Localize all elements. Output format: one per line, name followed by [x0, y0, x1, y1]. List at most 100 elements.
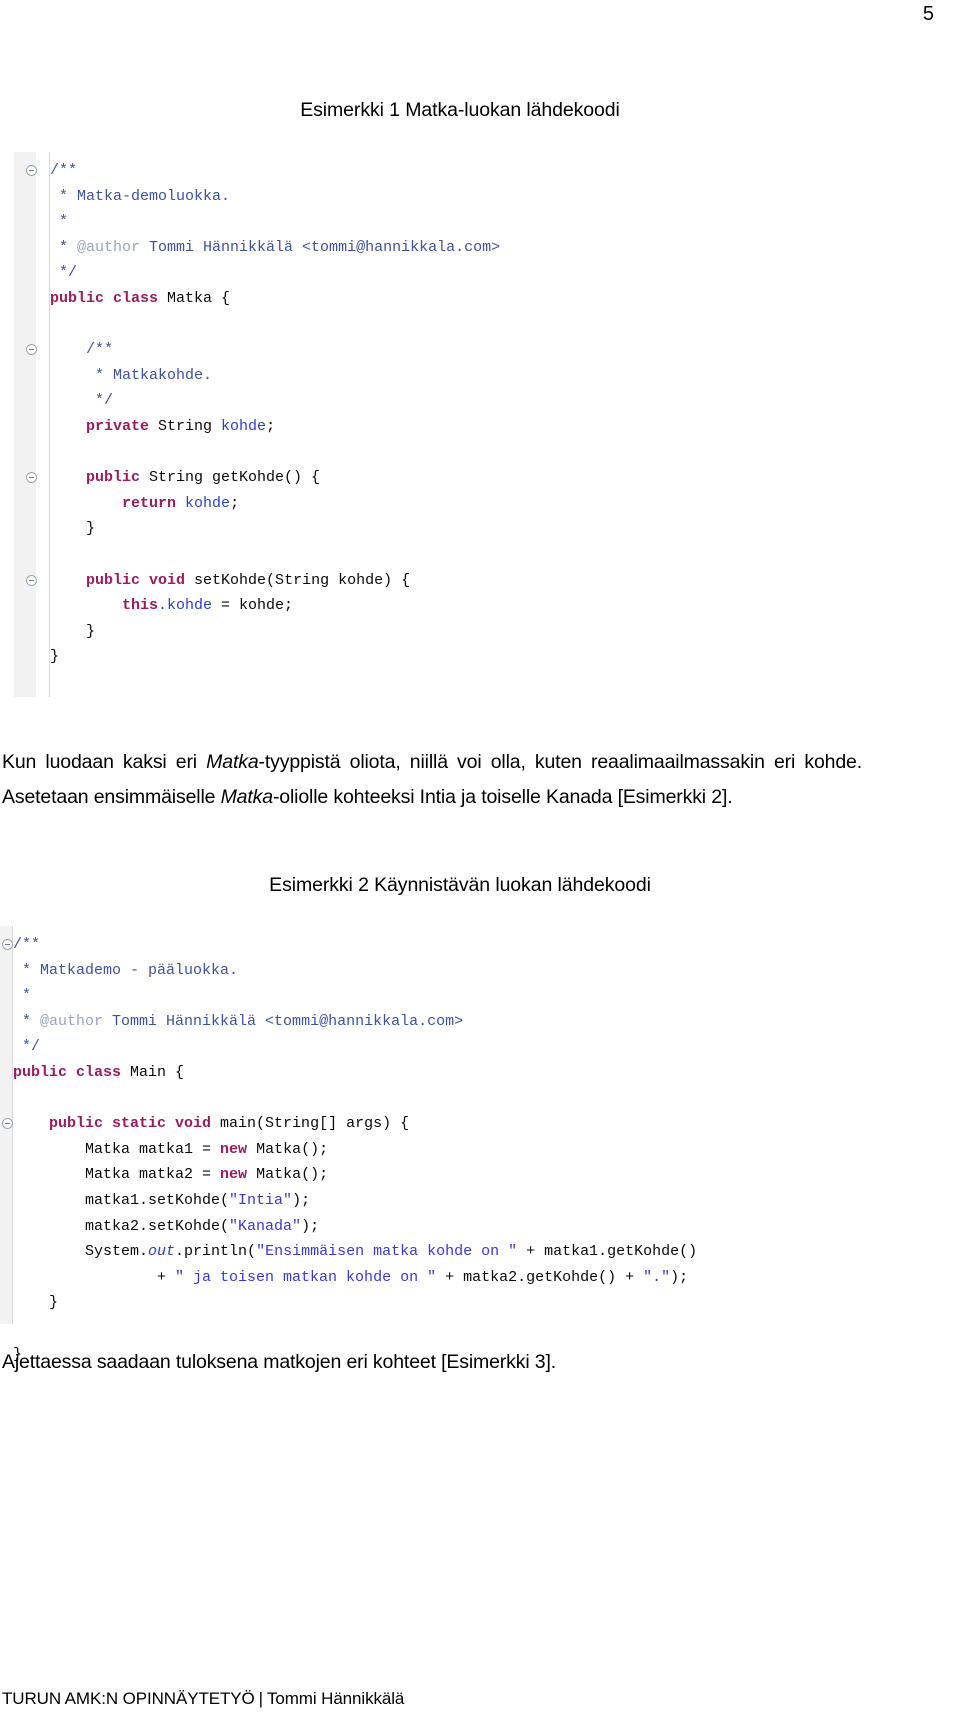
page-number: 5 — [922, 3, 934, 25]
code-token-keyword: new — [220, 1140, 248, 1158]
code-line: public static void main(String[] args) { — [2, 1111, 880, 1137]
code-line: } — [13, 1290, 880, 1316]
code-line: + " ja toisen matkan kohde on " + matka2… — [13, 1265, 880, 1291]
code-token-plain: setKohde(String kohde) { — [185, 571, 411, 589]
code-fold-minus-icon[interactable] — [26, 472, 37, 484]
code-line: * — [50, 209, 880, 235]
code-line: matka2.setKohde("Kanada"); — [13, 1214, 880, 1240]
code-token-plain: ); — [292, 1191, 311, 1209]
code-token-plain: matka2.setKohde( — [13, 1217, 230, 1235]
code-fold-minus-icon[interactable] — [26, 344, 37, 356]
footer-author: Tommi Hännikkälä — [266, 1689, 405, 1708]
code-token-field: kohde — [221, 417, 267, 435]
code-line: * Matkademo - pääluokka. — [13, 958, 880, 984]
page-footer: TURUN AMK:N OPINNÄYTETYÖ | Tommi Hännikkäl… — [2, 1688, 404, 1710]
code-token-comment: * — [50, 213, 69, 231]
code-token-plain: } — [50, 520, 96, 538]
code-token-plain: + matka1.getKohde() — [517, 1243, 698, 1261]
code-token-plain: } — [13, 1294, 59, 1312]
code-line: Matka matka1 = new Matka(); — [13, 1137, 880, 1163]
code-line: } — [50, 619, 880, 645]
code-fold-minus-icon[interactable] — [26, 165, 37, 176]
code-token-comment: */ — [13, 1038, 41, 1056]
code-token-plain: Matka matka1 = — [13, 1140, 221, 1158]
code-figure-matka-class: /** * Matka-demoluokka. * * @author Tomm… — [14, 152, 880, 697]
code-token-string: "." — [643, 1268, 671, 1286]
code-token-plain: } — [50, 622, 96, 640]
code-token-plain: .println( — [175, 1243, 257, 1261]
code-token-comment: /** — [13, 936, 41, 953]
code-line: } — [50, 516, 880, 542]
code-token-keyword: public void — [86, 571, 186, 589]
code-token-plain: = kohde; — [212, 597, 294, 615]
code-line: * @author Tommi Hännikkälä <tommi@hannik… — [13, 1009, 880, 1035]
code-token-comment: */ — [50, 264, 78, 282]
code-token-comment: */ — [50, 392, 114, 410]
code-fold-minus-icon[interactable] — [26, 574, 37, 586]
code-token-plain: ; — [266, 417, 276, 435]
document-page: 5 Esimerkki 1 Matka-luokan lähdekoodi /*… — [0, 0, 960, 1732]
code-token-javadoc-tag: @author — [40, 1012, 104, 1030]
code-token-field: .kohde — [158, 597, 213, 615]
code-token-plain: String — [149, 417, 222, 435]
code-token-keyword: public class — [13, 1063, 122, 1081]
code-token-string: "Kanada" — [229, 1217, 302, 1235]
code-line: */ — [50, 388, 880, 414]
code-line: private String kohde; — [50, 414, 880, 440]
code-line: /** — [2, 932, 880, 958]
code-line: */ — [50, 260, 880, 286]
code-token-comment: /** — [50, 162, 78, 179]
body-paragraph-2: Ajettaessa saadaan tuloksena matkojen er… — [2, 1351, 557, 1373]
paragraph-1-text-c: -oliolle kohteeksi Intia ja toiselle Kan… — [272, 786, 733, 808]
code-line: * Matkakohde. — [50, 363, 880, 389]
code-line: this.kohde = kohde; — [50, 593, 880, 619]
code-line: System.out.println("Ensimmäisen matka ko… — [13, 1239, 880, 1265]
footer-separator: | — [258, 1689, 263, 1708]
code-token-plain: main(String[] args) { — [211, 1115, 410, 1133]
code-lines-main: /** * Matkademo - pääluokka. * * @author… — [0, 932, 880, 1367]
code-token-static: out — [148, 1243, 176, 1261]
code-line: public class Main { — [13, 1060, 880, 1086]
code-token-comment: * Matka-demoluokka. — [50, 187, 231, 205]
code-token-plain: ; — [230, 494, 240, 512]
code-token-comment: * — [13, 987, 32, 1005]
code-token-comment: * — [50, 238, 78, 256]
code-token-plain: Matka(); — [247, 1166, 329, 1184]
code-token-plain: String getKohde() { — [140, 469, 321, 487]
code-token-keyword: public class — [50, 289, 159, 307]
code-token-comment: Tommi Hännikkälä <tommi@hannikkala.com> — [140, 238, 501, 256]
code-token-string: " ja toisen matkan kohde on " — [175, 1268, 437, 1286]
code-token-plain: matka1.setKohde( — [13, 1191, 230, 1209]
figure-caption-2: Esimerkki 2 Käynnistävän luokan lähdekoo… — [269, 874, 651, 896]
code-token-string: "Intia" — [229, 1191, 293, 1209]
code-fold-minus-icon[interactable] — [2, 939, 13, 950]
body-paragraph-1: Kun luodaan kaksi eri Matka-tyyppistä ol… — [2, 745, 862, 815]
code-line: public class Matka { — [50, 286, 880, 312]
code-fold-minus-icon[interactable] — [2, 1118, 13, 1130]
code-line: matka1.setKohde("Intia"); — [13, 1188, 880, 1214]
code-line: Matka matka2 = new Matka(); — [13, 1162, 880, 1188]
code-line: return kohde; — [50, 491, 880, 517]
code-line: /** — [26, 337, 880, 363]
code-line: public void setKohde(String kohde) { — [26, 568, 880, 594]
code-lines-matka: /** * Matka-demoluokka. * * @author Tomm… — [14, 158, 880, 670]
code-token-keyword: return — [122, 494, 177, 512]
code-token-plain: } — [50, 648, 60, 666]
figure-caption-1: Esimerkki 1 Matka-luokan lähdekoodi — [300, 99, 620, 121]
code-token-keyword: public — [86, 469, 141, 487]
code-token-keyword: this — [122, 597, 159, 615]
code-line: } — [50, 644, 880, 670]
paragraph-1-emphasis-1: Matka — [206, 751, 259, 773]
code-line: */ — [13, 1034, 880, 1060]
code-token-plain: ); — [301, 1217, 320, 1235]
